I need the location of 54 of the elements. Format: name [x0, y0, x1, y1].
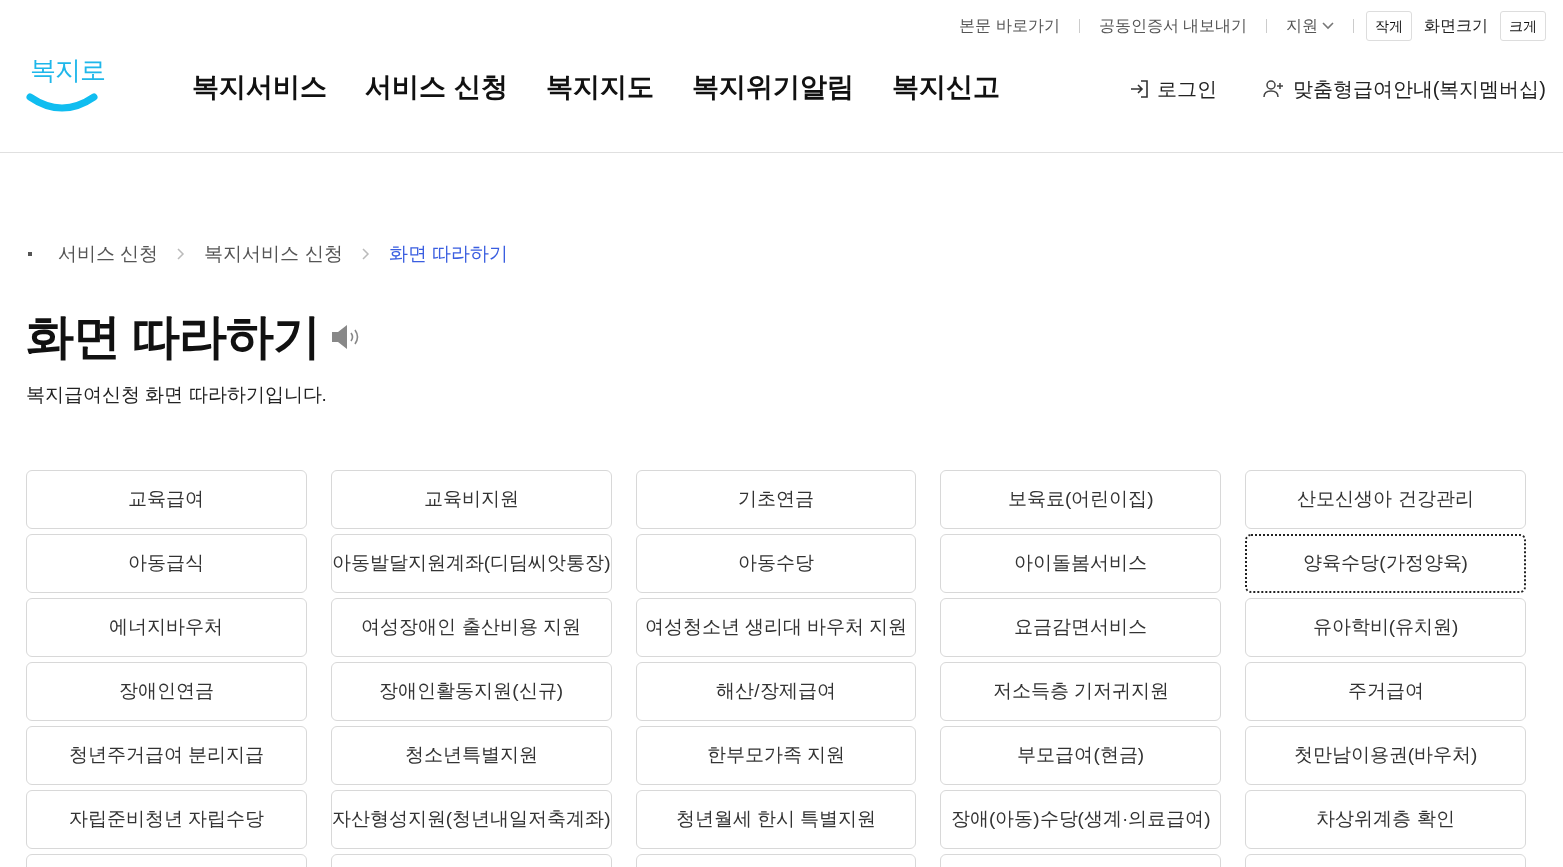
service-button[interactable]: 여성청소년 생리대 바우처 지원 — [635, 597, 917, 657]
service-button[interactable]: 차상위계층 확인 — [1245, 789, 1526, 849]
home-bullet-icon — [28, 252, 32, 256]
service-button[interactable]: 아동발달지원계좌(디딤씨앗통장) — [330, 533, 612, 593]
service-button[interactable]: 청소년특별지원 — [330, 725, 612, 785]
support-dropdown[interactable]: 지원 — [1286, 14, 1334, 38]
service-button[interactable]: 청년월세 한시 특별지원 — [635, 789, 917, 849]
service-button[interactable]: 주거급여 — [1245, 661, 1526, 721]
service-button[interactable]: 보육료(어린이집) — [940, 469, 1222, 529]
login-icon — [1128, 79, 1149, 99]
page-description: 복지급여신청 화면 따라하기입니다. — [26, 383, 328, 407]
service-button[interactable]: 에너지바우처 — [26, 597, 307, 657]
login-link[interactable]: 로그인 — [1128, 74, 1217, 104]
nav-menu-item[interactable]: 서비스 신청 — [365, 66, 508, 108]
service-button[interactable]: 요금감면서비스 — [940, 597, 1222, 657]
service-button[interactable]: 산모신생아 건강관리 — [1245, 469, 1526, 529]
service-button[interactable]: 아동수당 — [635, 533, 917, 593]
utility-link[interactable]: 공동인증서 내보내기 — [1098, 14, 1247, 38]
service-button[interactable]: 여성장애인 출산비용 지원 — [330, 597, 612, 657]
nav-menu-item[interactable]: 복지서비스 — [192, 66, 327, 108]
font-larger-button[interactable]: 크게 — [1500, 11, 1546, 41]
service-button[interactable]: 저소득층 기저귀지원 — [940, 661, 1222, 721]
nav-menu-item[interactable]: 복지위기알림 — [691, 66, 854, 108]
service-button[interactable]: 청년주거급여 분리지급 — [26, 725, 307, 785]
service-button[interactable]: 양육수당(가정양육) — [1245, 533, 1526, 593]
service-button[interactable]: 자산형성지원(청년내일저축계좌) — [330, 789, 612, 849]
service-button[interactable]: 해산/장제급여 — [635, 661, 917, 721]
breadcrumb-link[interactable]: 서비스 신청 — [58, 239, 159, 269]
service-button[interactable]: 아이돌봄서비스 — [940, 533, 1222, 593]
breadcrumb-link[interactable]: 화면 따라하기 — [388, 239, 508, 269]
service-button[interactable]: 교육급여 — [26, 469, 307, 529]
service-button[interactable]: 장애인활동지원(신규) — [330, 661, 612, 721]
chevron-right-icon — [361, 248, 370, 260]
nav-menu-item[interactable]: 복지지도 — [545, 66, 654, 108]
font-smaller-button[interactable]: 작게 — [1366, 11, 1412, 41]
service-button[interactable]: 기초연금 — [635, 469, 917, 529]
service-button[interactable]: 장애인연금 — [26, 661, 307, 721]
membership-link[interactable]: 맞춤형급여안내(복지멤버십) — [1262, 74, 1546, 104]
service-button[interactable]: 부모급여(현금) — [940, 725, 1222, 785]
service-button[interactable]: 교육비지원 — [330, 469, 612, 529]
service-button[interactable]: 장애(아동)수당(생계·의료급여) — [940, 789, 1222, 849]
page-title: 화면 따라하기 — [26, 313, 321, 361]
chevron-right-icon — [177, 248, 186, 260]
breadcrumb-link[interactable]: 복지서비스 신청 — [204, 239, 343, 269]
service-button[interactable]: 한부모가족 지원 — [635, 725, 917, 785]
service-button[interactable]: 첫만남이용권(바우처) — [1245, 725, 1526, 785]
person-add-icon — [1262, 80, 1285, 98]
utility-link[interactable]: 본문 바로가기 — [959, 14, 1060, 38]
font-size-label: 화면크기 — [1424, 16, 1488, 36]
service-button[interactable]: 유아학비(유치원) — [1245, 597, 1526, 657]
service-button[interactable]: 아동급식 — [26, 533, 307, 593]
service-button[interactable]: 자립준비청년 자립수당 — [26, 789, 307, 849]
chevron-down-icon — [1322, 22, 1334, 30]
nav-menu-item[interactable]: 복지신고 — [891, 66, 1000, 108]
